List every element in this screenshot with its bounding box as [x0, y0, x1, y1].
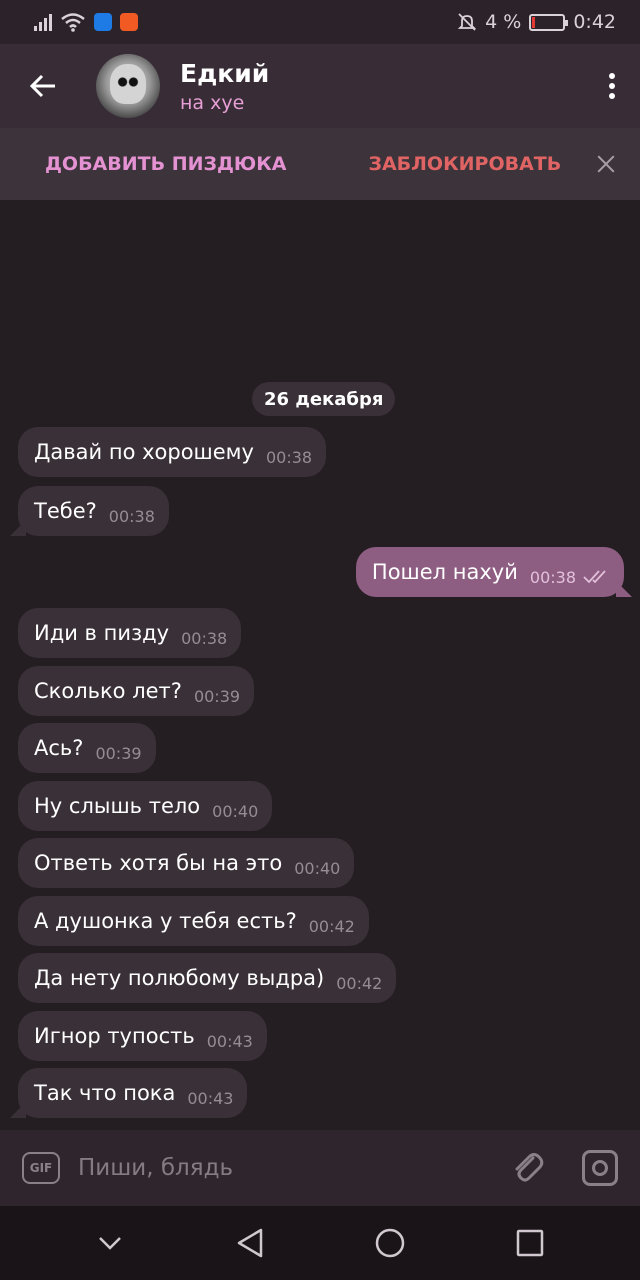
- contact-action-bar: ДОБАВИТЬ ПИЗДЮКА ЗАБЛОКИРОВАТЬ: [0, 128, 640, 200]
- message-time: 00:38: [265, 447, 313, 467]
- message-text: Пошел нахуй: [371, 560, 518, 584]
- message-outgoing[interactable]: Пошел нахуй 00:38: [355, 547, 624, 597]
- nav-home-button[interactable]: [360, 1213, 420, 1273]
- message-text: Сколько лет?: [34, 679, 182, 703]
- message-incoming[interactable]: Так что пока 00:43: [18, 1068, 248, 1118]
- message-time: 00:39: [193, 686, 241, 706]
- status-right: 4 % 0:42: [457, 11, 616, 33]
- message-incoming[interactable]: Давай по хорошему 00:38: [18, 427, 327, 477]
- signal-icon: [34, 13, 52, 31]
- message-text: Ну слышь тело: [34, 794, 201, 818]
- chat-status: на хуе: [180, 91, 245, 114]
- status-left: [34, 12, 138, 32]
- message-time: 00:40: [294, 858, 341, 878]
- camera-button[interactable]: [582, 1150, 618, 1186]
- message-input[interactable]: [78, 1155, 508, 1181]
- message-incoming[interactable]: Да нету полюбому выдра) 00:42: [18, 953, 397, 1003]
- message-time: 00:38: [108, 506, 155, 526]
- chat-header: Едкий на хуе: [0, 44, 640, 128]
- chat-title: Едкий: [180, 58, 270, 88]
- message-time: 00:43: [187, 1088, 234, 1108]
- chevron-down-icon: [99, 1237, 121, 1250]
- clock: 0:42: [573, 11, 616, 33]
- more-options-button[interactable]: [584, 44, 640, 128]
- nav-recents-button[interactable]: [500, 1213, 560, 1273]
- message-incoming[interactable]: Тебе? 00:38: [18, 486, 169, 536]
- message-text: Ась?: [34, 736, 84, 760]
- message-text: Игнор тупость: [34, 1024, 195, 1048]
- message-incoming[interactable]: Ась? 00:39: [18, 723, 156, 773]
- message-incoming[interactable]: Сколько лет? 00:39: [18, 666, 255, 716]
- attach-button[interactable]: [508, 1148, 548, 1188]
- gif-button[interactable]: GIF: [22, 1152, 60, 1184]
- message-time: 00:39: [95, 743, 142, 763]
- message-time: 00:43: [206, 1031, 253, 1051]
- double-check-icon: [583, 570, 606, 584]
- paperclip-icon: [515, 1153, 544, 1182]
- message-time: 00:42: [308, 916, 355, 936]
- message-incoming[interactable]: Ответь хотя бы на это 00:40: [18, 838, 355, 888]
- chat-title-area[interactable]: Едкий на хуе: [180, 59, 584, 114]
- message-text: Да нету полюбому выдра): [34, 966, 325, 990]
- battery-level: [532, 16, 536, 28]
- aliexpress-app-icon: [120, 13, 138, 31]
- shield-app-icon: [94, 13, 112, 31]
- message-composer: GIF: [0, 1130, 640, 1206]
- battery-icon: [529, 13, 569, 31]
- message-list[interactable]: 26 декабря Давай по хорошему 00:38 Тебе?…: [0, 200, 640, 1130]
- circle-home-icon: [375, 1228, 405, 1258]
- message-time: 00:38: [181, 628, 228, 648]
- system-nav-bar: [0, 1206, 640, 1280]
- triangle-back-icon: [237, 1228, 263, 1258]
- battery-percent: 4 %: [485, 11, 522, 33]
- close-icon[interactable]: [594, 152, 618, 176]
- block-user-button[interactable]: ЗАБЛОКИРОВАТЬ: [368, 153, 561, 175]
- message-incoming[interactable]: Ну слышь тело 00:40: [18, 781, 273, 831]
- message-text: Ответь хотя бы на это: [34, 851, 283, 875]
- message-text: А душонка у тебя есть?: [34, 909, 297, 933]
- add-contact-button[interactable]: ДОБАВИТЬ ПИЗДЮКА: [45, 153, 286, 175]
- status-bar: 4 % 0:42: [0, 0, 640, 44]
- message-text: Тебе?: [34, 499, 97, 523]
- message-incoming[interactable]: А душонка у тебя есть? 00:42: [18, 896, 369, 946]
- arrow-left-icon: [29, 74, 55, 98]
- message-text: Иди в пизду: [34, 621, 170, 645]
- message-text: Давай по хорошему: [34, 440, 254, 464]
- square-recents-icon: [516, 1229, 544, 1257]
- date-separator: 26 декабря: [252, 382, 396, 416]
- message-text: Так что пока: [34, 1081, 176, 1105]
- message-incoming[interactable]: Игнор тупость 00:43: [18, 1011, 267, 1061]
- back-button[interactable]: [0, 44, 86, 128]
- mute-bell-icon: [457, 13, 477, 31]
- more-vertical-icon: [609, 73, 615, 79]
- message-incoming[interactable]: Иди в пизду 00:38: [18, 608, 242, 658]
- wifi-icon: [61, 13, 85, 32]
- message-time: 00:38: [529, 567, 576, 587]
- nav-back-button[interactable]: [220, 1213, 280, 1273]
- message-time: 00:42: [336, 973, 383, 993]
- message-time: 00:40: [212, 801, 259, 821]
- nav-hide-button[interactable]: [80, 1213, 140, 1273]
- avatar[interactable]: [96, 54, 160, 118]
